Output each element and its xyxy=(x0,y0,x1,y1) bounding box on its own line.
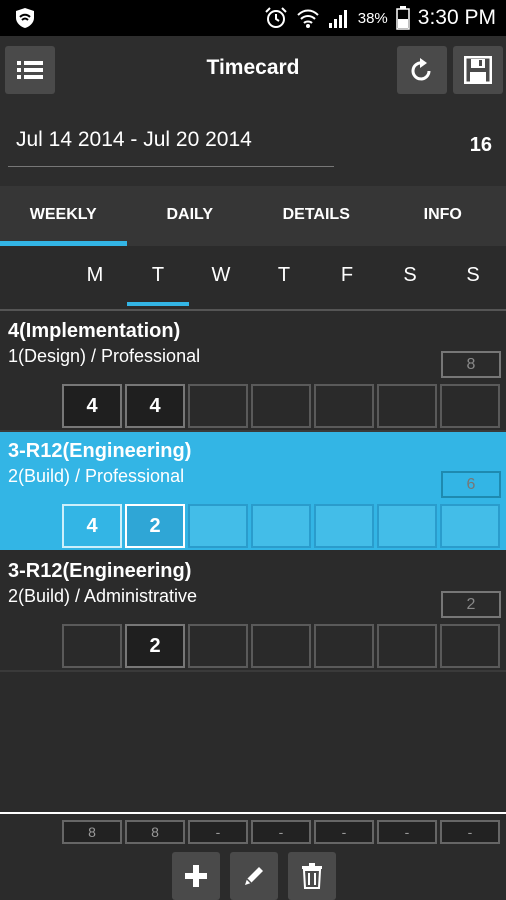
hours-cell-sat[interactable] xyxy=(377,384,437,428)
battery-icon xyxy=(396,6,410,30)
day-total-fri: - xyxy=(314,820,374,844)
hours-cell-mon[interactable]: 4 xyxy=(62,384,122,428)
delete-button[interactable] xyxy=(288,852,336,900)
total-hours-count: 16 xyxy=(469,134,492,156)
hours-cell-sat[interactable] xyxy=(377,624,437,668)
plus-icon xyxy=(185,865,207,887)
row-total: 8 xyxy=(441,351,501,378)
hours-cell-sat[interactable] xyxy=(377,504,437,548)
hours-cell-wed[interactable] xyxy=(188,624,248,668)
row-project: 4(Implementation) xyxy=(8,320,181,342)
row-total: 6 xyxy=(441,471,501,498)
alarm-icon xyxy=(265,7,287,28)
wifi-icon xyxy=(297,9,319,28)
day-wednesday[interactable]: W xyxy=(190,264,252,287)
hours-cell-mon[interactable] xyxy=(62,624,122,668)
day-total-sun: - xyxy=(440,820,500,844)
tab-details[interactable]: DETAILS xyxy=(253,186,380,246)
row-task: 2(Build) / Administrative xyxy=(8,586,198,606)
date-range-selector[interactable]: Jul 14 2014 - Jul 20 2014 xyxy=(16,128,252,152)
signal-icon xyxy=(328,10,347,28)
row-total: 2 xyxy=(441,591,501,618)
row-project: 3-R12(Engineering) xyxy=(8,560,192,582)
row-task: 2(Build) / Professional xyxy=(8,466,185,486)
period-bar: Jul 14 2014 - Jul 20 2014 16 xyxy=(0,104,506,186)
day-friday[interactable]: F xyxy=(316,264,378,287)
day-total-mon: 8 xyxy=(62,820,122,844)
action-bar: Timecard xyxy=(0,36,506,104)
hours-cell-sun[interactable] xyxy=(440,624,500,668)
tab-info[interactable]: INFO xyxy=(380,186,506,246)
add-button[interactable] xyxy=(172,852,220,900)
hours-cell-mon[interactable]: 4 xyxy=(62,504,122,548)
trash-icon xyxy=(302,863,322,889)
row-task: 1(Design) / Professional xyxy=(8,346,201,366)
battery-percent: 38% xyxy=(357,9,388,27)
day-total-wed: - xyxy=(188,820,248,844)
status-bar: 38% 3:30 PM xyxy=(0,0,506,36)
shield-icon xyxy=(16,8,34,28)
hours-cell-tue[interactable]: 2 xyxy=(125,504,185,548)
save-button[interactable] xyxy=(453,46,503,94)
day-saturday[interactable]: S xyxy=(379,264,441,287)
hours-cell-tue[interactable]: 2 xyxy=(125,624,185,668)
tab-weekly[interactable]: WEEKLY xyxy=(0,186,127,246)
footer: 8 8 - - - - - xyxy=(0,814,506,900)
day-sunday[interactable]: S xyxy=(442,264,504,287)
refresh-button[interactable] xyxy=(397,46,447,94)
row-project: 3-R12(Engineering) xyxy=(8,440,192,462)
save-icon xyxy=(464,56,492,84)
row-divider xyxy=(0,670,506,672)
day-total-sat: - xyxy=(377,820,437,844)
day-tuesday[interactable]: T xyxy=(127,264,189,287)
hours-cell-tue[interactable]: 4 xyxy=(125,384,185,428)
weekday-header: M T W T F S S xyxy=(0,246,506,308)
clock: 3:30 PM xyxy=(417,6,496,29)
edit-button[interactable] xyxy=(230,852,278,900)
date-range-underline xyxy=(8,166,334,167)
hours-cell-thu[interactable] xyxy=(251,504,311,548)
timecard-row-selected[interactable]: 3-R12(Engineering) 2(Build) / Profession… xyxy=(0,432,506,550)
hours-cell-wed[interactable] xyxy=(188,504,248,548)
hours-cell-sun[interactable] xyxy=(440,504,500,548)
day-monday[interactable]: M xyxy=(64,264,126,287)
hours-cell-thu[interactable] xyxy=(251,384,311,428)
hours-cell-sun[interactable] xyxy=(440,384,500,428)
hours-cell-fri[interactable] xyxy=(314,384,374,428)
hours-cell-fri[interactable] xyxy=(314,624,374,668)
day-total-tue: 8 xyxy=(125,820,185,844)
pencil-icon xyxy=(245,867,263,885)
hours-cell-fri[interactable] xyxy=(314,504,374,548)
day-total-thu: - xyxy=(251,820,311,844)
timecard-row[interactable]: 4(Implementation) 1(Design) / Profession… xyxy=(0,312,506,430)
tab-daily[interactable]: DAILY xyxy=(127,186,254,246)
day-thursday[interactable]: T xyxy=(253,264,315,287)
hours-cell-wed[interactable] xyxy=(188,384,248,428)
divider xyxy=(0,309,506,311)
refresh-icon xyxy=(411,58,431,81)
selected-day-indicator xyxy=(127,302,189,306)
tab-bar: WEEKLY DAILY DETAILS INFO xyxy=(0,186,506,246)
hours-cell-thu[interactable] xyxy=(251,624,311,668)
timecard-row[interactable]: 3-R12(Engineering) 2(Build) / Administra… xyxy=(0,552,506,670)
